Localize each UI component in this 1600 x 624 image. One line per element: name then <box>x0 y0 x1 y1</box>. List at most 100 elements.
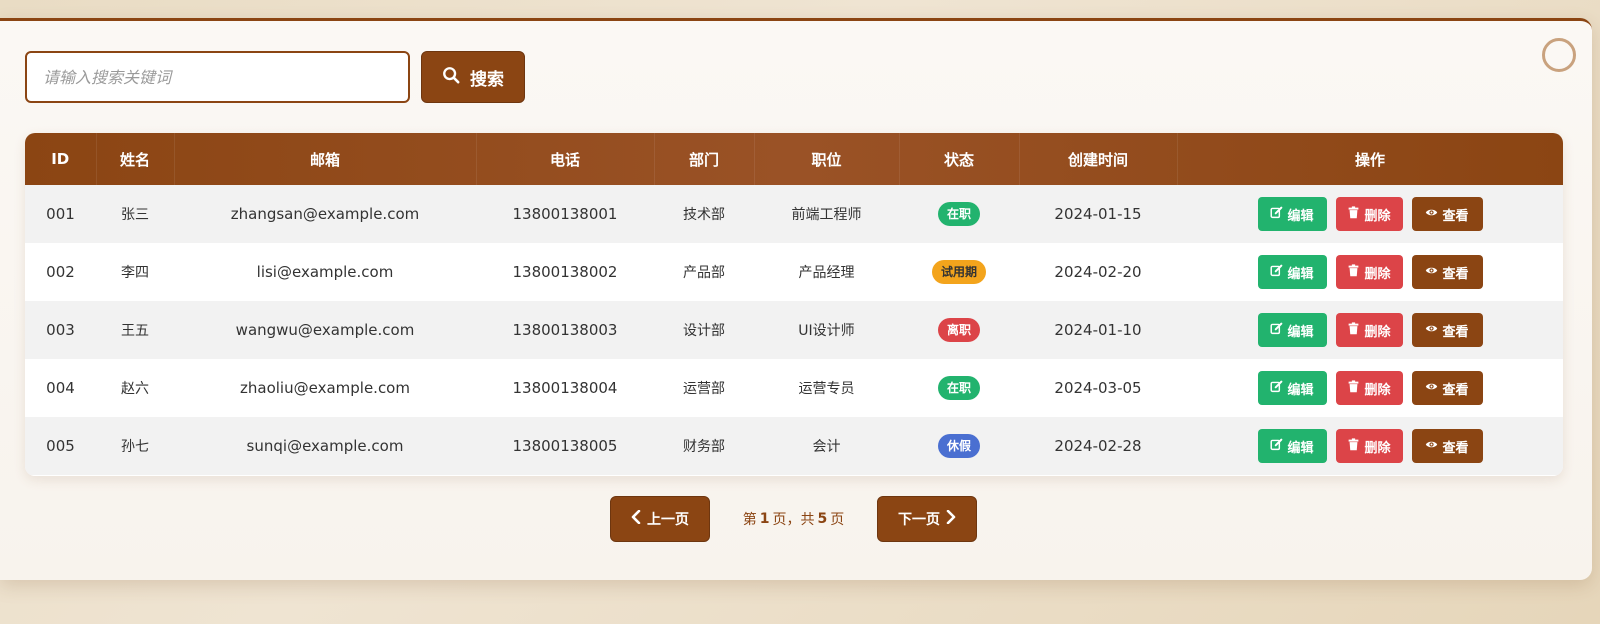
chevron-right-icon <box>946 509 956 528</box>
edit-label: 编辑 <box>1287 324 1314 340</box>
view-button[interactable]: 查看 <box>1411 255 1483 289</box>
header-created: 创建时间 <box>1019 133 1178 185</box>
page-info-prefix: 第 <box>742 512 757 528</box>
page-info-suffix: 页 <box>830 512 845 528</box>
view-button[interactable]: 查看 <box>1411 313 1483 347</box>
trash-icon <box>1347 437 1360 455</box>
search-button[interactable]: 搜索 <box>421 51 525 103</box>
cell-created: 2024-02-20 <box>1054 263 1142 281</box>
delete-button[interactable]: 删除 <box>1335 429 1403 463</box>
cell-id: 002 <box>46 263 75 281</box>
view-label: 查看 <box>1442 324 1469 340</box>
cell-actions: 编辑 删除 查看 <box>1177 359 1563 417</box>
cell-id: 001 <box>46 205 75 223</box>
cell-status: 试用期 <box>899 243 1019 301</box>
cell-phone: 13800138004 <box>512 379 618 397</box>
cell-name: 赵六 <box>121 381 149 397</box>
edit-button[interactable]: 编辑 <box>1257 429 1327 463</box>
edit-label: 编辑 <box>1287 266 1314 282</box>
view-label: 查看 <box>1442 208 1469 224</box>
trash-icon <box>1347 205 1360 223</box>
cell-position: 产品经理 <box>798 265 855 281</box>
search-icon <box>442 66 460 89</box>
delete-button[interactable]: 删除 <box>1335 313 1403 347</box>
delete-label: 删除 <box>1364 266 1391 282</box>
eye-icon <box>1425 380 1438 397</box>
cell-position: 运营专员 <box>798 381 855 397</box>
header-email: 邮箱 <box>174 133 477 185</box>
header-name: 姓名 <box>96 133 175 185</box>
cell-email: lisi@example.com <box>256 263 394 281</box>
table-row: 005 孙七 sunqi@example.com 13800138005 财务部 会计 休假… <box>25 417 1563 475</box>
cell-id: 005 <box>46 437 75 455</box>
next-page-label: 下一页 <box>898 512 940 528</box>
header-dept: 部门 <box>654 133 755 185</box>
edit-label: 编辑 <box>1287 440 1314 456</box>
delete-label: 删除 <box>1364 440 1391 456</box>
eye-icon <box>1425 206 1438 223</box>
cell-id: 004 <box>46 379 75 397</box>
cell-position: 前端工程师 <box>791 207 862 223</box>
view-label: 查看 <box>1442 440 1469 456</box>
edit-label: 编辑 <box>1287 382 1314 398</box>
view-label: 查看 <box>1442 382 1469 398</box>
cell-name: 孙七 <box>121 439 149 455</box>
status-badge: 试用期 <box>931 260 986 284</box>
prev-page-label: 上一页 <box>647 512 689 528</box>
cell-phone: 13800138005 <box>512 437 618 455</box>
search-input[interactable] <box>25 51 410 103</box>
delete-button[interactable]: 删除 <box>1335 197 1403 231</box>
cell-status: 在职 <box>899 185 1019 243</box>
next-page-button[interactable]: 下一页 <box>877 496 977 542</box>
edit-button[interactable]: 编辑 <box>1257 371 1327 405</box>
edit-button[interactable]: 编辑 <box>1257 313 1327 347</box>
cell-dept: 运营部 <box>683 381 725 397</box>
cell-dept: 技术部 <box>683 207 725 223</box>
cell-name: 张三 <box>121 207 149 223</box>
circle-icon[interactable] <box>1542 38 1576 72</box>
status-badge: 在职 <box>937 376 980 400</box>
prev-page-button[interactable]: 上一页 <box>610 496 710 542</box>
view-button[interactable]: 查看 <box>1411 429 1483 463</box>
cell-name: 李四 <box>121 265 149 281</box>
table-row: 003 王五 wangwu@example.com 13800138003 设计部 UI设… <box>25 301 1563 359</box>
chevron-left-icon <box>631 509 641 528</box>
status-badge: 休假 <box>937 434 980 458</box>
status-badge: 离职 <box>937 318 980 342</box>
cell-phone: 13800138002 <box>512 263 618 281</box>
cell-created: 2024-02-28 <box>1054 437 1142 455</box>
cell-status: 离职 <box>899 301 1019 359</box>
cell-dept: 设计部 <box>683 323 725 339</box>
cell-dept: 产品部 <box>683 265 725 281</box>
cell-created: 2024-01-15 <box>1054 205 1142 223</box>
cell-email: sunqi@example.com <box>246 437 404 455</box>
cell-email: wangwu@example.com <box>235 321 415 339</box>
table-row: 001 张三 zhangsan@example.com 13800138001 技术部 前… <box>25 185 1563 243</box>
eye-icon <box>1425 322 1438 339</box>
employee-table: ID 姓名 邮箱 电话 部门 职位 状态 创建时间 操作 001 张三 zhangs… <box>25 133 1563 476</box>
edit-button[interactable]: 编辑 <box>1257 197 1327 231</box>
cell-actions: 编辑 删除 查看 <box>1177 301 1563 359</box>
header-phone: 电话 <box>476 133 655 185</box>
delete-button[interactable]: 删除 <box>1335 371 1403 405</box>
header-position: 职位 <box>754 133 900 185</box>
cell-position: 会计 <box>812 439 841 455</box>
cell-created: 2024-03-05 <box>1054 379 1142 397</box>
view-button[interactable]: 查看 <box>1411 371 1483 405</box>
edit-icon <box>1270 438 1283 455</box>
cell-id: 003 <box>46 321 75 339</box>
header-id: ID <box>25 133 97 185</box>
search-button-label: 搜索 <box>470 69 504 90</box>
header-actions: 操作 <box>1177 133 1563 185</box>
main-card: 搜索 ID 姓名 邮箱 电话 部门 职位 状态 创建时间 操作 <box>0 18 1592 580</box>
header-status: 状态 <box>899 133 1020 185</box>
delete-label: 删除 <box>1364 382 1391 398</box>
table-row: 004 赵六 zhaoliu@example.com 13800138004 运营部 运营… <box>25 359 1563 417</box>
current-page: 1 <box>759 511 770 527</box>
view-button[interactable]: 查看 <box>1411 197 1483 231</box>
cell-actions: 编辑 删除 查看 <box>1177 243 1563 301</box>
cell-status: 休假 <box>899 417 1019 475</box>
edit-button[interactable]: 编辑 <box>1257 255 1327 289</box>
edit-icon <box>1270 322 1283 339</box>
delete-button[interactable]: 删除 <box>1335 255 1403 289</box>
